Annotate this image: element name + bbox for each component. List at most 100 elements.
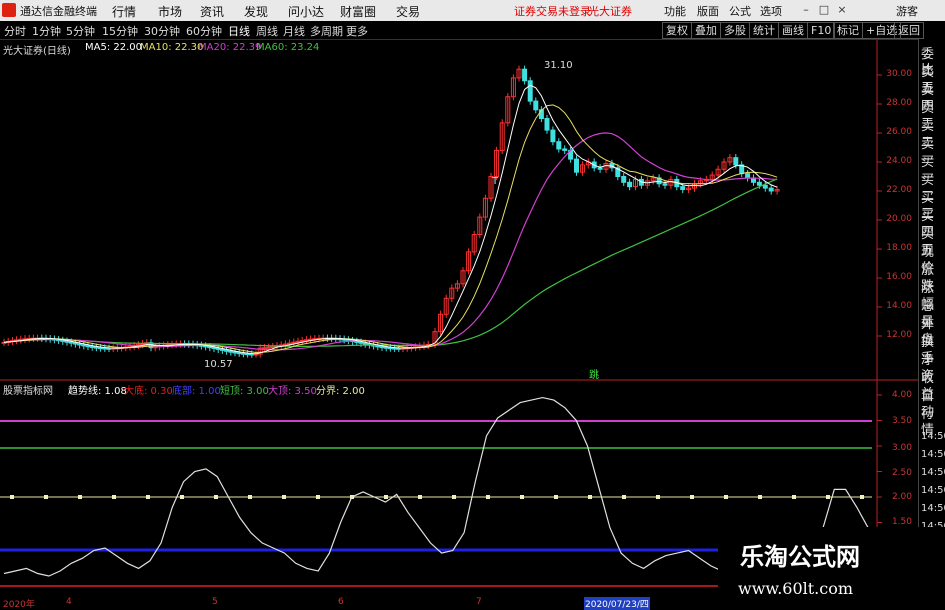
- divider-dot: [180, 495, 184, 499]
- candle-body: [219, 348, 225, 351]
- divider-dot: [554, 495, 558, 499]
- candle-body: [379, 346, 385, 349]
- candle-body: [597, 167, 603, 170]
- candle-body: [215, 347, 221, 350]
- ind-tick: 1.50: [891, 517, 912, 527]
- ma60-line: [3, 178, 778, 347]
- candle-body: [287, 342, 293, 345]
- kline-chart-area[interactable]: 31.10 10.57 T 跳: [0, 0, 945, 609]
- divider-dot: [452, 495, 456, 499]
- indicator-name[interactable]: 股票指标网: [3, 382, 53, 397]
- candle-body: [93, 346, 99, 349]
- divider-dot: [418, 495, 422, 499]
- candle-body: [544, 118, 550, 131]
- sidebar-item: 14:50: [921, 485, 945, 496]
- ind-tick: 3.50: [891, 416, 912, 426]
- ma20-line: [3, 132, 778, 351]
- divider-dot: [282, 495, 286, 499]
- candle-body: [574, 158, 579, 173]
- bottom-value: 底部: 1.00: [172, 386, 221, 397]
- price-tick: 16.00: [886, 272, 912, 282]
- high-price-label: 31.10: [544, 60, 573, 71]
- divider-dot: [826, 495, 830, 499]
- divider-dot: [248, 495, 252, 499]
- candle-body: [85, 345, 91, 348]
- sidebar-item: 14:50: [921, 467, 945, 478]
- short-top-value: 短顶: 3.00: [220, 386, 269, 397]
- divider-value: 分界: 2.00: [316, 386, 365, 397]
- candlesticks: [1, 65, 780, 358]
- price-tick: 22.00: [886, 185, 912, 195]
- divider-dot: [78, 495, 82, 499]
- candle-body: [270, 346, 276, 349]
- low-price-label: 10.57: [204, 359, 233, 370]
- candle-body: [211, 347, 217, 350]
- cursor-date-label: 2020/07/23/四: [584, 597, 650, 610]
- candle-body: [362, 342, 368, 345]
- candle-body: [266, 346, 272, 349]
- candle-body: [77, 343, 83, 346]
- ma5-value: MA5: 22.00: [85, 42, 143, 53]
- divider-dot: [10, 495, 14, 499]
- candle-body: [102, 347, 108, 350]
- divider-dot: [520, 495, 524, 499]
- divider-dot: [724, 495, 728, 499]
- ind-tick: 3.00: [891, 443, 912, 453]
- watermark-title: 乐淘公式网: [740, 543, 860, 571]
- candle-body: [282, 343, 288, 346]
- candle-body: [522, 68, 528, 82]
- candle-body: [303, 339, 309, 342]
- watermark-url: www.60lt.com: [738, 579, 854, 598]
- divider-dot: [792, 495, 796, 499]
- x-label-june: 6: [338, 597, 344, 607]
- sidebar-item: 14:50: [921, 503, 945, 514]
- price-tick: 30.00: [886, 69, 912, 79]
- candle-body: [733, 157, 739, 166]
- candle-body: [207, 346, 213, 349]
- candle-body: [680, 186, 686, 191]
- candle-body: [662, 183, 668, 186]
- x-label-may: 5: [212, 597, 218, 607]
- candle-body: [291, 341, 297, 344]
- candle-body: [68, 341, 74, 344]
- ma60-value: MA60: 23.24: [256, 42, 320, 53]
- candle-body: [387, 347, 393, 350]
- candle-body: [89, 345, 95, 348]
- candle-body: [261, 347, 267, 350]
- jump-marker: 跳: [589, 368, 599, 381]
- divider-dot: [316, 495, 320, 499]
- ma5-line: [3, 84, 778, 355]
- candle-body: [354, 340, 360, 343]
- quote-sidebar: 委比 卖五 卖四 卖三 卖二 卖一 买一 买二 买三 买四 买五 现价 涨跌 涨幅 总量 外盘 换手 净资 收益 自动…: [918, 39, 945, 609]
- candle-body: [224, 349, 230, 352]
- divider-dot: [486, 495, 490, 499]
- candle-body: [527, 80, 533, 102]
- divider-dot: [690, 495, 694, 499]
- divider-dot: [758, 495, 762, 499]
- price-tick: 14.00: [886, 301, 912, 311]
- divider-dot: [112, 495, 116, 499]
- sidebar-item: 14:50: [921, 449, 945, 460]
- candle-body: [232, 351, 238, 354]
- candle-body: [745, 173, 751, 179]
- ma10-value: MA10: 22.30: [140, 42, 204, 53]
- candle-body: [98, 347, 104, 350]
- candle-body: [768, 187, 774, 192]
- big-top-value: 大顶: 3.50: [268, 386, 317, 397]
- candle-body: [627, 181, 633, 188]
- candle-body: [762, 184, 768, 189]
- ind-tick: 2.00: [891, 492, 912, 502]
- sidebar-item: 14:50: [921, 431, 945, 442]
- watermark-banner: 乐淘公式网 www.60lt.com: [718, 527, 945, 609]
- trend-value: 趋势线: 1.08: [68, 386, 127, 397]
- candle-body: [81, 344, 87, 347]
- candle-body: [228, 350, 234, 353]
- ind-tick: 4.00: [891, 390, 912, 400]
- candle-body: [72, 342, 78, 345]
- candle-body: [299, 339, 305, 342]
- candle-body: [236, 352, 242, 355]
- price-tick: 28.00: [886, 98, 912, 108]
- price-tick: 12.00: [886, 330, 912, 340]
- price-tick: 20.00: [886, 214, 912, 224]
- divider-dot: [860, 495, 864, 499]
